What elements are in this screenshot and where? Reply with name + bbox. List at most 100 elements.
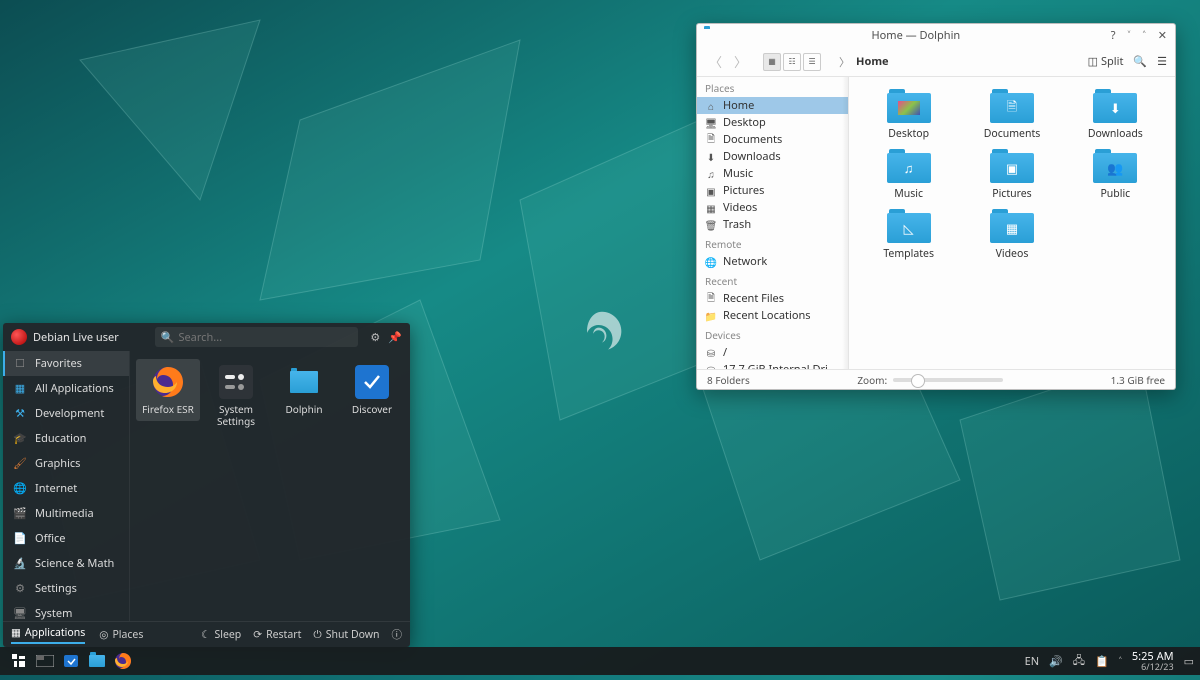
dolphin-statusbar: 8 Folders Zoom: 1.3 GiB free bbox=[697, 369, 1175, 389]
folder-templates[interactable]: ◺Templates bbox=[859, 209, 958, 261]
search-icon: 🔍 bbox=[161, 330, 175, 345]
task-discover[interactable] bbox=[58, 649, 84, 673]
recent-item[interactable]: 🗎Recent Files bbox=[697, 290, 848, 307]
app-dolphin[interactable]: Dolphin bbox=[272, 359, 336, 421]
task-firefox[interactable] bbox=[110, 649, 136, 673]
app-icon bbox=[287, 365, 321, 399]
recent-item[interactable]: 📁Recent Locations bbox=[697, 307, 848, 324]
tab-applications[interactable]: ▦ Applications bbox=[11, 626, 85, 644]
keyboard-layout-indicator[interactable]: EN bbox=[1025, 654, 1039, 669]
hamburger-menu-button[interactable]: ☰ bbox=[1157, 54, 1167, 69]
app-discover[interactable]: Discover bbox=[340, 359, 404, 421]
category-graphics[interactable]: 🖌Graphics bbox=[3, 451, 129, 476]
split-icon: ◫ bbox=[1088, 54, 1098, 69]
close-button[interactable]: ✕ bbox=[1156, 28, 1169, 43]
category-science-math[interactable]: 🔬Science & Math bbox=[3, 551, 129, 576]
app-system-settings[interactable]: System Settings bbox=[204, 359, 268, 433]
show-desktop-button[interactable]: ▭ bbox=[1184, 654, 1194, 669]
app-firefox-esr[interactable]: Firefox ESR bbox=[136, 359, 200, 421]
dolphin-toolbar: 〈 〉 ▦ ☷ ☰ 〉 Home ◫Split 🔍 ☰ bbox=[697, 47, 1175, 77]
zoom-slider[interactable] bbox=[893, 378, 1003, 382]
pin-icon[interactable]: 📌 bbox=[388, 330, 402, 345]
category-settings[interactable]: ⚙Settings bbox=[3, 576, 129, 601]
places-item-pictures[interactable]: ▣Pictures bbox=[697, 182, 848, 199]
back-button[interactable]: 〈 bbox=[705, 50, 726, 73]
place-icon: 🖥 bbox=[705, 117, 717, 129]
folder-icon: ▦ bbox=[990, 209, 1034, 243]
places-item-home[interactable]: ⌂Home bbox=[697, 97, 848, 114]
places-item-videos[interactable]: ▦Videos bbox=[697, 199, 848, 216]
category-multimedia[interactable]: 🎬Multimedia bbox=[3, 501, 129, 526]
sleep-button[interactable]: ☾ Sleep bbox=[201, 627, 241, 642]
user-avatar-icon[interactable] bbox=[11, 329, 27, 345]
minimize-button[interactable]: ˅ bbox=[1126, 28, 1133, 43]
folder-pictures[interactable]: ▣Pictures bbox=[962, 149, 1061, 201]
places-item-trash[interactable]: 🗑Trash bbox=[697, 216, 848, 233]
folder-videos[interactable]: ▦Videos bbox=[962, 209, 1061, 261]
more-actions-button[interactable]: ⓘ bbox=[392, 627, 403, 642]
system-tray: EN 🔊 🖧 📋 ˄ 5:25 AM 6/12/23 ▭ bbox=[1025, 651, 1194, 671]
kickoff-app-grid: Firefox ESRSystem SettingsDolphinDiscove… bbox=[130, 351, 410, 621]
category-education[interactable]: 🎓Education bbox=[3, 426, 129, 451]
recent-header: Recent bbox=[697, 270, 848, 290]
chevron-right-icon: 〉 bbox=[839, 54, 850, 70]
category-icon: 🖌 bbox=[13, 457, 27, 471]
search-button[interactable]: 🔍 bbox=[1133, 54, 1147, 69]
clipboard-icon[interactable]: 📋 bbox=[1095, 654, 1109, 669]
details-view-button[interactable]: ☰ bbox=[803, 53, 821, 71]
drive-icon: ⛁ bbox=[705, 364, 717, 370]
category-internet[interactable]: 🌐Internet bbox=[3, 476, 129, 501]
shutdown-button[interactable]: ⏻ Shut Down bbox=[313, 627, 379, 642]
places-item-desktop[interactable]: 🖥Desktop bbox=[697, 114, 848, 131]
folder-documents[interactable]: 🗎Documents bbox=[962, 89, 1061, 141]
places-item-music[interactable]: ♫Music bbox=[697, 165, 848, 182]
search-field[interactable]: 🔍 bbox=[155, 327, 359, 347]
kickoff-launcher: Debian Live user 🔍 ⚙ 📌 ☐Favorites▦All Ap… bbox=[3, 323, 410, 647]
folder-public[interactable]: 👥Public bbox=[1066, 149, 1165, 201]
search-input[interactable] bbox=[178, 330, 352, 345]
dolphin-titlebar[interactable]: Home — Dolphin ? ˅ ˄ ✕ bbox=[697, 24, 1175, 47]
device-item[interactable]: ⛁/ bbox=[697, 344, 848, 361]
remote-header: Remote bbox=[697, 233, 848, 253]
folder-desktop[interactable]: Desktop bbox=[859, 89, 958, 141]
category-system[interactable]: 🖥System bbox=[3, 601, 129, 621]
application-launcher-button[interactable] bbox=[6, 649, 32, 673]
places-item-documents[interactable]: 🗎Documents bbox=[697, 131, 848, 148]
compact-view-button[interactable]: ☷ bbox=[783, 53, 801, 71]
volume-icon[interactable]: 🔊 bbox=[1049, 654, 1063, 669]
devices-header: Devices bbox=[697, 324, 848, 344]
task-dolphin[interactable] bbox=[84, 649, 110, 673]
dolphin-places-panel: Places ⌂Home🖥Desktop🗎Documents⬇Downloads… bbox=[697, 77, 849, 369]
breadcrumb-current: Home bbox=[856, 54, 889, 69]
places-item-downloads[interactable]: ⬇Downloads bbox=[697, 148, 848, 165]
zoom-label: Zoom: bbox=[857, 373, 887, 387]
icons-view-button[interactable]: ▦ bbox=[763, 53, 781, 71]
configure-icon[interactable]: ⚙ bbox=[370, 330, 380, 345]
help-button[interactable]: ? bbox=[1109, 28, 1118, 43]
restart-button[interactable]: ⟳ Restart bbox=[253, 627, 301, 642]
folder-music[interactable]: ♫Music bbox=[859, 149, 958, 201]
folder-downloads[interactable]: ⬇Downloads bbox=[1066, 89, 1165, 141]
folder-icon: ♫ bbox=[887, 149, 931, 183]
device-item[interactable]: ⛁17.7 GiB Internal Drive (sda5) bbox=[697, 361, 848, 369]
category-icon: 🖥 bbox=[13, 607, 27, 621]
clock[interactable]: 5:25 AM 6/12/23 bbox=[1132, 651, 1174, 671]
category-all-applications[interactable]: ▦All Applications bbox=[3, 376, 129, 401]
maximize-button[interactable]: ˄ bbox=[1141, 28, 1148, 43]
taskbar: EN 🔊 🖧 📋 ˄ 5:25 AM 6/12/23 ▭ bbox=[0, 647, 1200, 675]
split-view-button[interactable]: ◫Split bbox=[1088, 54, 1124, 69]
category-favorites[interactable]: ☐Favorites bbox=[3, 351, 129, 376]
category-development[interactable]: ⚒Development bbox=[3, 401, 129, 426]
breadcrumb[interactable]: 〉 Home bbox=[829, 54, 1080, 70]
app-icon bbox=[151, 365, 185, 399]
category-office[interactable]: 📄Office bbox=[3, 526, 129, 551]
dolphin-view[interactable]: Desktop🗎Documents⬇Downloads ♫Music▣Pictur… bbox=[849, 77, 1175, 369]
tab-places[interactable]: ◎ Places bbox=[99, 626, 143, 644]
forward-button[interactable]: 〉 bbox=[730, 50, 751, 73]
tray-expand-icon[interactable]: ˄ bbox=[1119, 654, 1122, 669]
remote-item-network[interactable]: 🌐Network bbox=[697, 253, 848, 270]
folder-icon: 👥 bbox=[1093, 149, 1137, 183]
clock-icon: 📁 bbox=[705, 310, 717, 322]
pager-button[interactable] bbox=[32, 649, 58, 673]
network-icon[interactable]: 🖧 bbox=[1073, 652, 1085, 671]
